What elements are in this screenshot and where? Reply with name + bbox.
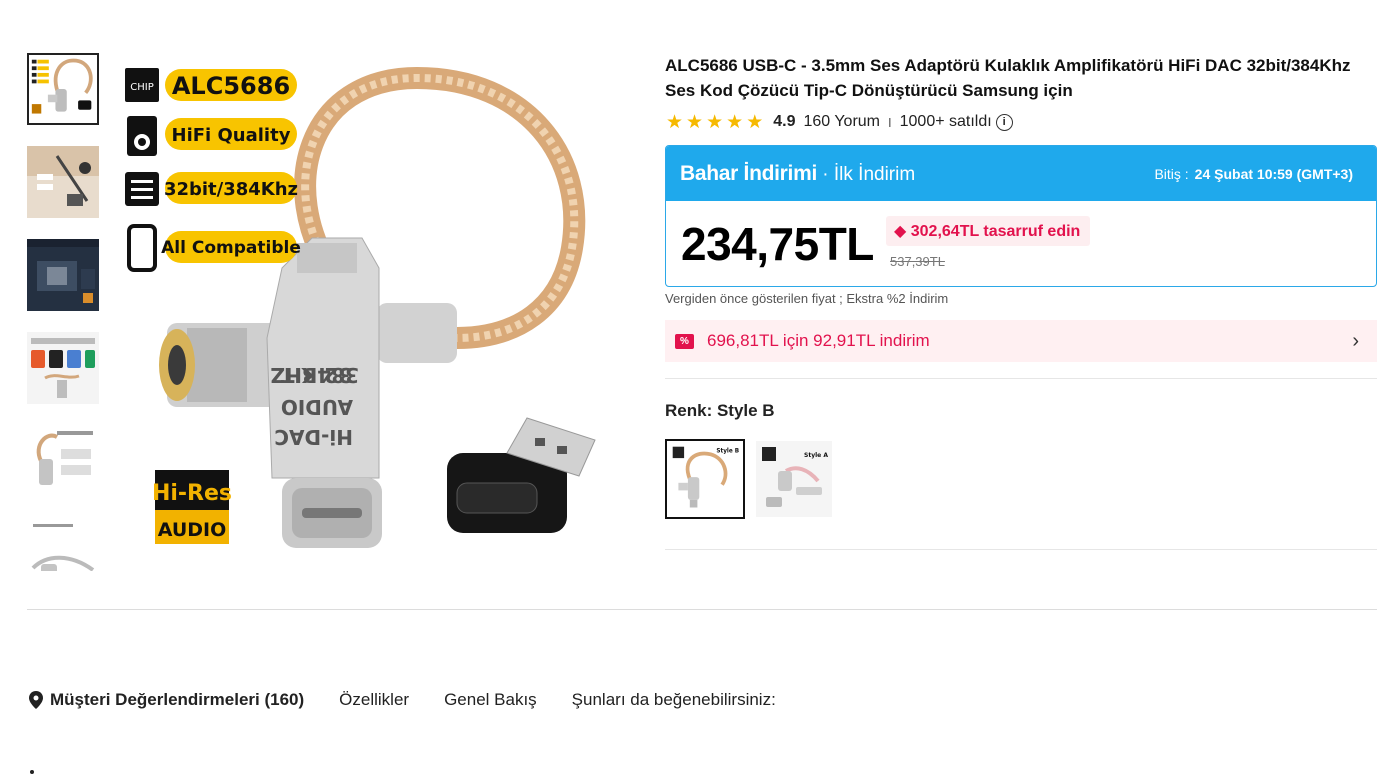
sale-name: Bahar İndirimi: [680, 161, 817, 185]
location-pin-icon: [29, 691, 43, 709]
tab-recommendations[interactable]: Şunları da beğenebilirsiniz:: [572, 690, 776, 710]
thumbnail-2[interactable]: [27, 146, 99, 218]
price-area: 234,75TL ◆ 302,64TL tasarruf edin 537,39…: [666, 201, 1376, 286]
tab-overview-label: Genel Bakış: [444, 690, 537, 709]
thumbnail-3[interactable]: [27, 239, 99, 311]
bullet-dot: [30, 770, 34, 774]
tab-specifications-label: Özellikler: [339, 690, 410, 709]
thumbnail-5[interactable]: [27, 425, 99, 497]
tab-overview[interactable]: Genel Bakış: [444, 690, 537, 710]
swatch-style-a[interactable]: Style A: [756, 441, 832, 517]
thumbnail-4[interactable]: [27, 332, 99, 404]
star-icon: ★: [686, 111, 704, 133]
tab-recommendations-label: Şunları da beğenebilirsiniz:: [571, 690, 776, 709]
rating-stars: ★ ★ ★ ★ ★: [666, 113, 763, 132]
star-icon: ★: [666, 111, 684, 133]
tab-specifications[interactable]: Özellikler: [339, 690, 409, 710]
sold-count: 1000+ satıldı: [899, 113, 992, 130]
current-price: 234,75TL: [681, 218, 874, 270]
star-icon: ★: [706, 111, 724, 133]
thumbnail-list: [27, 53, 101, 571]
review-count-link[interactable]: 160 Yorum: [803, 113, 880, 131]
main-product-image[interactable]: 384KHZ 32 BIT AUDIO Hi-DAC CHIP ALC5686 …: [117, 38, 637, 568]
chip-label: CHIP: [130, 82, 153, 93]
original-price: 537,39TL: [890, 254, 945, 269]
coupon-text: 696,81TL için 92,91TL indirim: [707, 331, 930, 350]
info-icon[interactable]: i: [995, 113, 1013, 131]
swatch-style-b-label: Style B: [716, 448, 739, 454]
tab-reviews[interactable]: Müşteri Değerlendirmeleri (160): [29, 690, 304, 710]
star-icon: ★: [726, 111, 744, 133]
star-icon: ★: [746, 111, 764, 133]
sale-header: Bahar İndirimi · İlk İndirim Bitiş : 24 Ş…: [666, 146, 1376, 201]
separator: I: [888, 114, 892, 130]
savings-badge: ◆ 302,64TL tasarruf edin: [886, 216, 1091, 246]
badge-alc5686: ALC5686: [172, 72, 290, 100]
divider: [665, 378, 1377, 379]
product-tabs: Müşteri Değerlendirmeleri (160) Özellikl…: [29, 690, 811, 710]
body-text-2: 32 BIT: [281, 363, 352, 387]
tag-icon: ◆: [894, 223, 911, 240]
divider: [27, 609, 1377, 610]
sale-ends-label: Bitiş :: [1154, 165, 1189, 182]
badge-hifi: HiFi Quality: [172, 125, 291, 146]
sale-subtitle: · İlk İndirim: [817, 163, 916, 185]
hires-top: Hi-Res: [152, 481, 232, 506]
badge-compatible: All Compatible: [161, 238, 301, 258]
tax-note: Vergiden önce gösterilen fiyat ; Ekstra …: [665, 291, 949, 306]
savings-text: 302,64TL tasarruf edin: [910, 223, 1081, 240]
rating-value: 4.9: [773, 113, 796, 130]
body-text-4: Hi-DAC: [274, 425, 353, 449]
hires-bottom: AUDIO: [158, 519, 227, 541]
rating-row: ★ ★ ★ ★ ★ 4.9 160 Yorum I 1000+ satıldı …: [666, 110, 1013, 134]
coupon-banner[interactable]: % 696,81TL için 92,91TL indirim ›: [665, 320, 1377, 362]
sale-ends-value: 24 Şubat 10:59 (GMT+3): [1194, 165, 1353, 182]
color-label: Renk: Style B: [665, 401, 775, 420]
sale-box: Bahar İndirimi · İlk İndirim Bitiş : 24 Ş…: [665, 145, 1377, 287]
tab-reviews-label: Müşteri Değerlendirmeleri (160): [50, 690, 305, 709]
sale-ends: Bitiş : 24 Şubat 10:59 (GMT+3): [1154, 166, 1353, 182]
swatch-style-b[interactable]: Style B: [665, 439, 745, 519]
body-text-3: AUDIO: [281, 395, 353, 419]
thumbnail-1[interactable]: [27, 53, 99, 125]
chevron-right-icon: ›: [1352, 330, 1359, 352]
thumbnail-6[interactable]: [27, 518, 99, 571]
product-title: ALC5686 USB-C - 3.5mm Ses Adaptörü Kulak…: [665, 56, 1351, 100]
swatch-style-a-label: Style A: [804, 452, 828, 459]
divider: [665, 549, 1377, 550]
coupon-icon: %: [675, 333, 694, 349]
badge-bitrate: 32bit/384Khz: [164, 179, 298, 200]
